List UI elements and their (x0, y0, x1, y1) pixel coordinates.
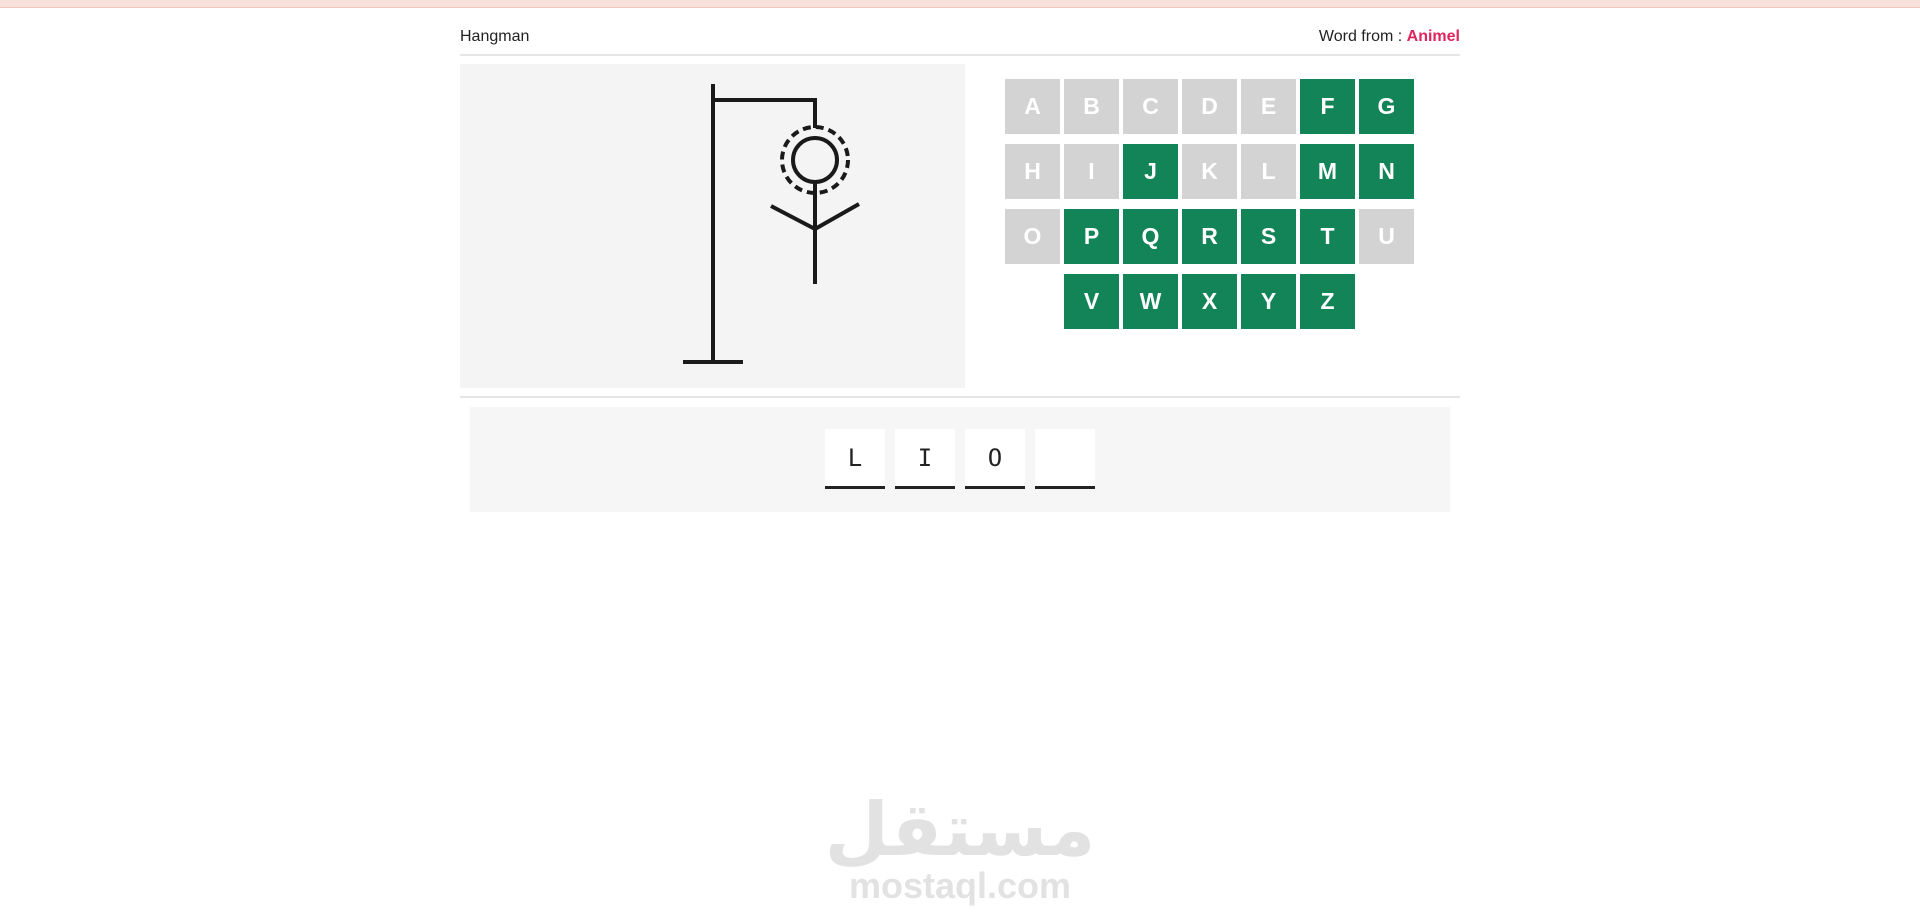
top-strip (0, 0, 1920, 8)
keyboard-row-4: V W X Y Z (1005, 274, 1425, 329)
key-n[interactable]: N (1359, 144, 1414, 199)
letter-keyboard: A B C D E F G H I J K L M N O P Q R S T … (1005, 79, 1425, 339)
letter-slot: L (825, 429, 885, 489)
key-g[interactable]: G (1359, 79, 1414, 134)
hangman-drawing-area (460, 64, 965, 388)
key-u[interactable]: U (1359, 209, 1414, 264)
hangman-right-arm (814, 202, 860, 231)
letter-slot: O (965, 429, 1025, 489)
key-h[interactable]: H (1005, 144, 1060, 199)
key-q[interactable]: Q (1123, 209, 1178, 264)
word-area: L I O (470, 407, 1450, 512)
key-v[interactable]: V (1064, 274, 1119, 329)
keyboard-row-3: O P Q R S T U (1005, 209, 1425, 264)
key-c[interactable]: C (1123, 79, 1178, 134)
key-m[interactable]: M (1300, 144, 1355, 199)
key-e[interactable]: E (1241, 79, 1296, 134)
section-divider (460, 396, 1460, 398)
letter-slot: I (895, 429, 955, 489)
key-x[interactable]: X (1182, 274, 1237, 329)
keyboard-row-2: H I J K L M N (1005, 144, 1425, 199)
key-j[interactable]: J (1123, 144, 1178, 199)
keyboard-row-1: A B C D E F G (1005, 79, 1425, 134)
header: Hangman Word from : Animel (460, 26, 1460, 56)
app-title: Hangman (460, 28, 530, 45)
key-l[interactable]: L (1241, 144, 1296, 199)
key-y[interactable]: Y (1241, 274, 1296, 329)
hangman-head (791, 136, 839, 184)
key-s[interactable]: S (1241, 209, 1296, 264)
key-t[interactable]: T (1300, 209, 1355, 264)
watermark-arabic: مستقل (824, 787, 1096, 873)
letter-slot (1035, 429, 1095, 489)
watermark: مستقل mostaql.com (0, 790, 1920, 906)
key-d[interactable]: D (1182, 79, 1237, 134)
key-z[interactable]: Z (1300, 274, 1355, 329)
letter-slots: L I O (470, 429, 1450, 489)
key-p[interactable]: P (1064, 209, 1119, 264)
key-f[interactable]: F (1300, 79, 1355, 134)
key-i[interactable]: I (1064, 144, 1119, 199)
category-label: Word from : (1318, 28, 1403, 45)
category-line: Word from : Animel (1319, 28, 1460, 46)
key-r[interactable]: R (1182, 209, 1237, 264)
key-a[interactable]: A (1005, 79, 1060, 134)
category-value: Animel (1406, 28, 1460, 45)
watermark-latin: mostaql.com (848, 865, 1072, 906)
key-spacer (1005, 274, 1060, 329)
hangman-left-arm (770, 204, 816, 231)
key-o[interactable]: O (1005, 209, 1060, 264)
key-k[interactable]: K (1182, 144, 1237, 199)
hangman-drawing (683, 84, 860, 364)
key-w[interactable]: W (1123, 274, 1178, 329)
key-b[interactable]: B (1064, 79, 1119, 134)
